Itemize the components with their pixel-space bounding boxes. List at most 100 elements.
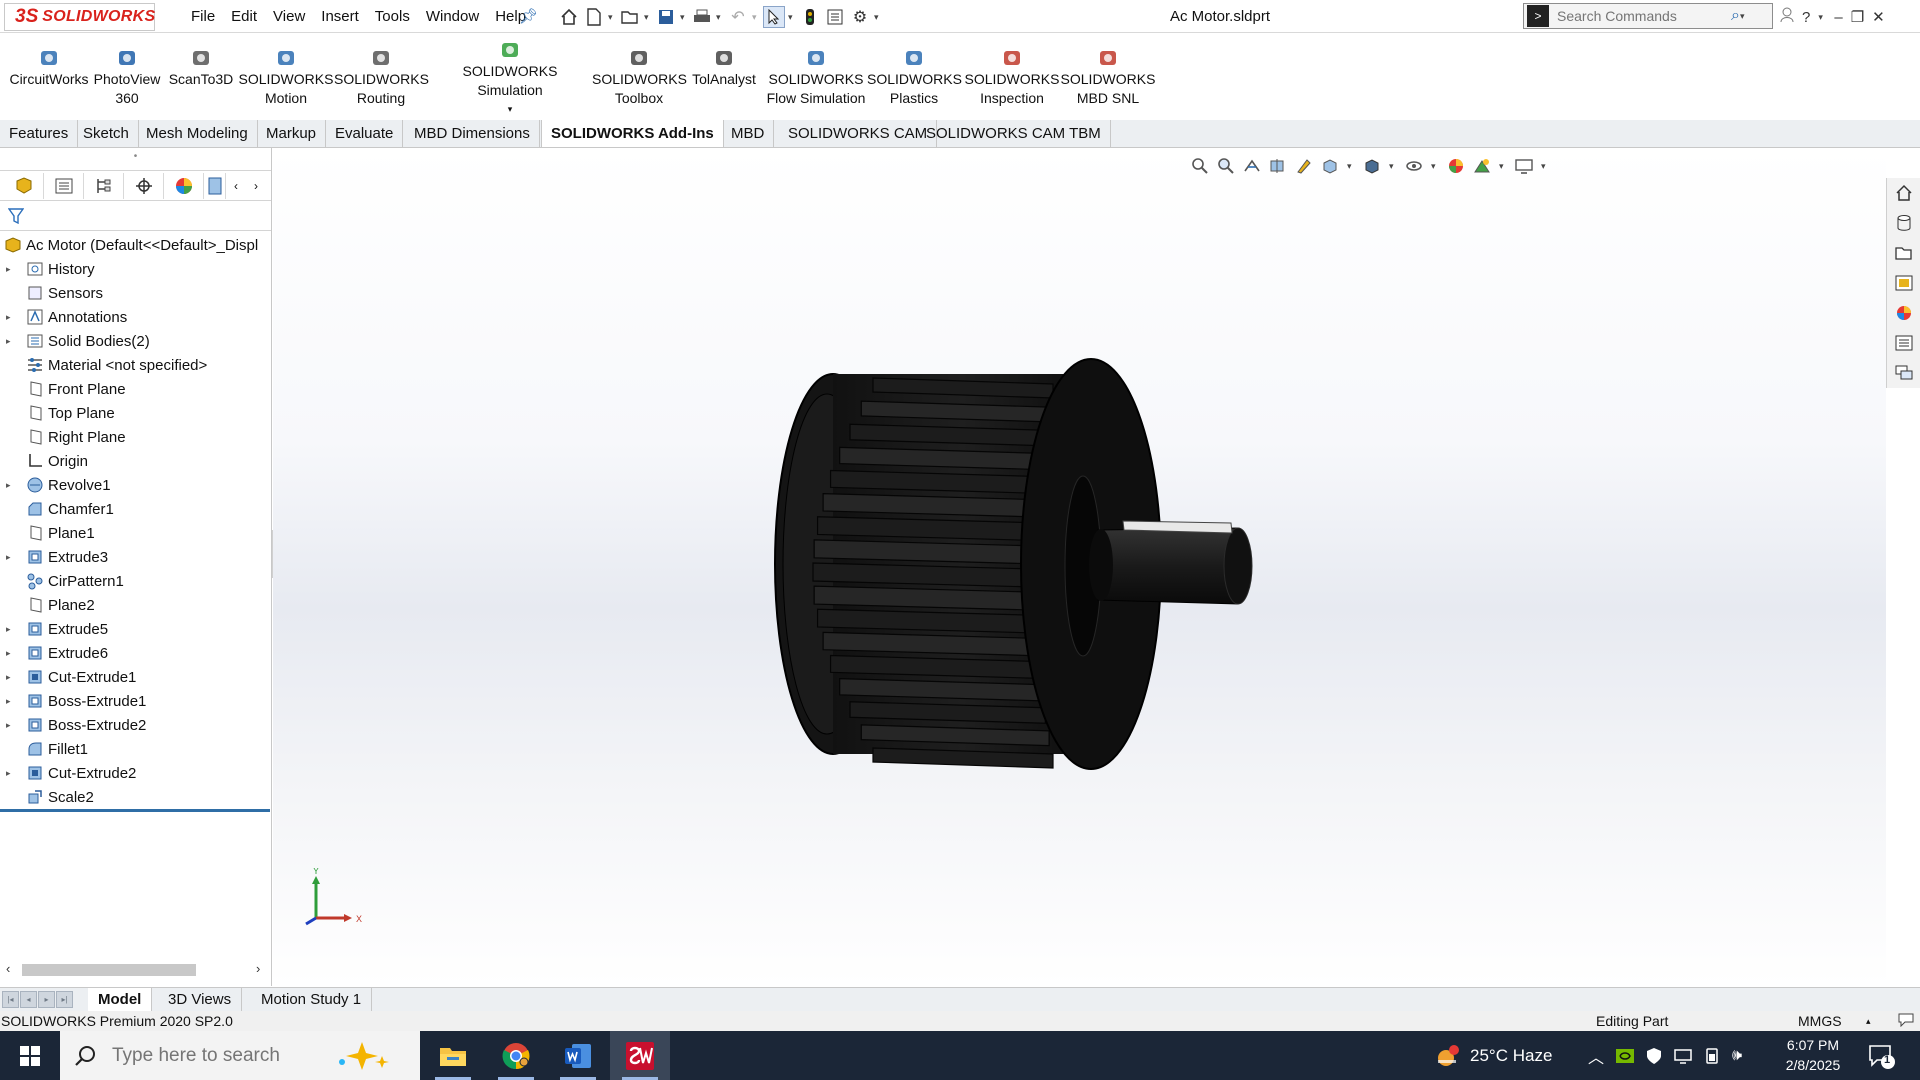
solidworks-2020-icon[interactable] <box>610 1031 670 1080</box>
tab-solidworks-add-ins[interactable]: SOLIDWORKS Add-Ins <box>541 120 724 147</box>
tree-item-extrude5[interactable]: ▸ Extrude5 <box>0 617 272 641</box>
zoom-to-area-icon[interactable] <box>1217 157 1235 175</box>
tab-evaluate[interactable]: Evaluate <box>326 120 404 147</box>
tree-item-right-plane[interactable]: Right Plane <box>0 425 272 449</box>
save-dropdown-icon[interactable]: ▾ <box>680 12 688 23</box>
design-library-icon[interactable] <box>1887 208 1920 238</box>
tree-filter[interactable] <box>0 201 271 231</box>
battery-icon[interactable] <box>1704 1047 1720 1064</box>
section-view-icon[interactable] <box>1269 157 1287 175</box>
ribbon-button-scanto3d[interactable]: ScanTo3D <box>166 34 236 120</box>
word-icon[interactable] <box>548 1031 608 1080</box>
tree-item-annotations[interactable]: ▸ Annotations <box>0 305 272 329</box>
hide-show-items-icon[interactable] <box>1405 157 1423 175</box>
ribbon-button-circuitworks[interactable]: CircuitWorks <box>4 34 94 120</box>
nvidia-icon[interactable] <box>1616 1048 1635 1063</box>
tab-motion-study-1[interactable]: Motion Study 1 <box>251 988 373 1011</box>
apply-scene-dropdown-icon[interactable]: ▾ <box>1499 161 1507 172</box>
previous-tab-icon[interactable]: ◂ <box>20 991 37 1008</box>
display-style-dropdown-icon[interactable]: ▾ <box>1389 161 1397 172</box>
menu-edit[interactable]: Edit <box>223 8 265 25</box>
scroll-right-arrow-icon[interactable]: › <box>256 961 260 976</box>
last-tab-icon[interactable]: ▸| <box>56 991 73 1008</box>
display-manager-tab-icon[interactable] <box>164 172 204 199</box>
expand-arrow-icon[interactable]: ▸ <box>6 264 18 275</box>
ribbon-button-photoview[interactable]: PhotoView 360 <box>90 34 164 120</box>
weather-widget[interactable]: 25°C Haze <box>1434 1031 1552 1080</box>
tab-markup[interactable]: Markup <box>257 120 327 147</box>
ribbon-button-mbd-snl[interactable]: SOLIDWORKS MBD SNL <box>1060 34 1156 120</box>
expand-arrow-icon[interactable]: ▸ <box>6 312 18 323</box>
tree-item-plane1[interactable]: Plane1 <box>0 521 272 545</box>
view-orientation-icon[interactable] <box>1321 157 1339 175</box>
file-properties-icon[interactable] <box>824 6 846 28</box>
panel-collapse-handle[interactable]: • <box>0 148 271 171</box>
open-dropdown-icon[interactable]: ▾ <box>644 12 652 23</box>
tree-item-extrude3[interactable]: ▸ Extrude3 <box>0 545 272 569</box>
print-dropdown-icon[interactable]: ▾ <box>716 12 724 23</box>
first-tab-icon[interactable]: |◂ <box>2 991 19 1008</box>
expand-arrow-icon[interactable]: ▸ <box>6 672 18 683</box>
tree-item-material-not-specified[interactable]: Material <not specified> <box>0 353 272 377</box>
show-hidden-icons-icon[interactable]: ︿ <box>1588 1044 1604 1068</box>
expand-arrow-icon[interactable]: ▸ <box>6 552 18 563</box>
hide-show-dropdown-icon[interactable]: ▾ <box>1431 161 1439 172</box>
system-clock[interactable]: 6:07 PM 2/8/2025 <box>1776 1035 1850 1075</box>
tree-item-sensors[interactable]: Sensors <box>0 281 272 305</box>
edit-appearance-icon[interactable] <box>1447 157 1465 175</box>
options-gear-icon[interactable]: ⚙ <box>849 6 871 28</box>
taskbar-search-box[interactable] <box>60 1031 420 1080</box>
tree-item-extrude6[interactable]: ▸ Extrude6 <box>0 641 272 665</box>
save-icon[interactable] <box>655 6 677 28</box>
select-dropdown-icon[interactable]: ▾ <box>788 12 796 23</box>
undo-dropdown-icon[interactable]: ▾ <box>752 12 760 23</box>
restore-icon[interactable]: ❐ <box>1851 8 1864 26</box>
view-settings-dropdown-icon[interactable]: ▾ <box>1541 161 1549 172</box>
previous-view-icon[interactable] <box>1243 157 1261 175</box>
volume-icon[interactable]: 🕪︎ <box>1732 1047 1742 1065</box>
chrome-icon[interactable] <box>486 1031 546 1080</box>
tree-item-boss-extrude1[interactable]: ▸ Boss-Extrude1 <box>0 689 272 713</box>
tree-item-fillet1[interactable]: Fillet1 <box>0 737 272 761</box>
menu-view[interactable]: View <box>265 8 313 25</box>
tree-item-front-plane[interactable]: Front Plane <box>0 377 272 401</box>
ribbon-button-plastics[interactable]: SOLIDWORKS Plastics <box>867 34 962 120</box>
ac-motor-model[interactable] <box>723 318 1343 818</box>
rollback-bar[interactable] <box>0 809 270 812</box>
display-style-icon[interactable] <box>1363 157 1381 175</box>
ribbon-button-tolanalyst[interactable]: TolAnalyst <box>686 34 762 120</box>
appearances-scenes-icon[interactable] <box>1887 298 1920 328</box>
tree-item-cut-extrude1[interactable]: ▸ Cut-Extrude1 <box>0 665 272 689</box>
tab-mesh-modeling[interactable]: Mesh Modeling <box>137 120 258 147</box>
minimize-icon[interactable]: – <box>1834 9 1842 26</box>
new-document-icon[interactable] <box>583 6 605 28</box>
ribbon-button-motion[interactable]: SOLIDWORKS Motion <box>238 34 334 120</box>
view-orientation-dropdown-icon[interactable]: ▾ <box>1347 161 1355 172</box>
search-icon[interactable]: ⌕ <box>1731 7 1740 25</box>
tab-scroll-left-icon[interactable]: ‹ <box>226 173 246 199</box>
tab-solidworks-cam[interactable]: SOLIDWORKS CAM <box>779 120 938 147</box>
notification-center-icon[interactable]: 1 <box>1866 1041 1896 1071</box>
tab-mbd-dimensions[interactable]: MBD Dimensions <box>405 120 540 147</box>
tab-model[interactable]: Model <box>88 988 153 1011</box>
file-explorer-pane-icon[interactable] <box>1887 238 1920 268</box>
solidworks-logo[interactable]: 3S SOLIDWORKS <box>4 3 155 31</box>
taskbar-search-input[interactable] <box>112 1044 332 1067</box>
expand-arrow-icon[interactable]: ▸ <box>6 480 18 491</box>
ribbon-button-inspection[interactable]: SOLIDWORKS Inspection <box>962 34 1062 120</box>
expand-arrow-icon[interactable]: ▸ <box>6 648 18 659</box>
view-settings-icon[interactable] <box>1515 157 1533 175</box>
tree-item-cut-extrude2[interactable]: ▸ Cut-Extrude2 <box>0 761 272 785</box>
close-icon[interactable]: ✕ <box>1872 8 1885 26</box>
property-manager-tab-icon[interactable] <box>44 172 84 199</box>
tab-sketch[interactable]: Sketch <box>74 120 139 147</box>
expand-arrow-icon[interactable]: ▸ <box>6 624 18 635</box>
help-dropdown-icon[interactable]: ▾ <box>1818 12 1826 23</box>
ribbon-button-toolbox[interactable]: SOLIDWORKS Toolbox <box>592 34 687 120</box>
ribbon-button-routing[interactable]: SOLIDWORKS Routing <box>334 34 429 120</box>
tree-root-part[interactable]: Ac Motor (Default<<Default>_Displ <box>0 233 272 257</box>
solidworks-resources-icon[interactable] <box>1887 178 1920 208</box>
search-dropdown-icon[interactable]: ▾ <box>1740 11 1748 22</box>
tree-item-revolve1[interactable]: ▸ Revolve1 <box>0 473 272 497</box>
expand-arrow-icon[interactable]: ▸ <box>6 696 18 707</box>
